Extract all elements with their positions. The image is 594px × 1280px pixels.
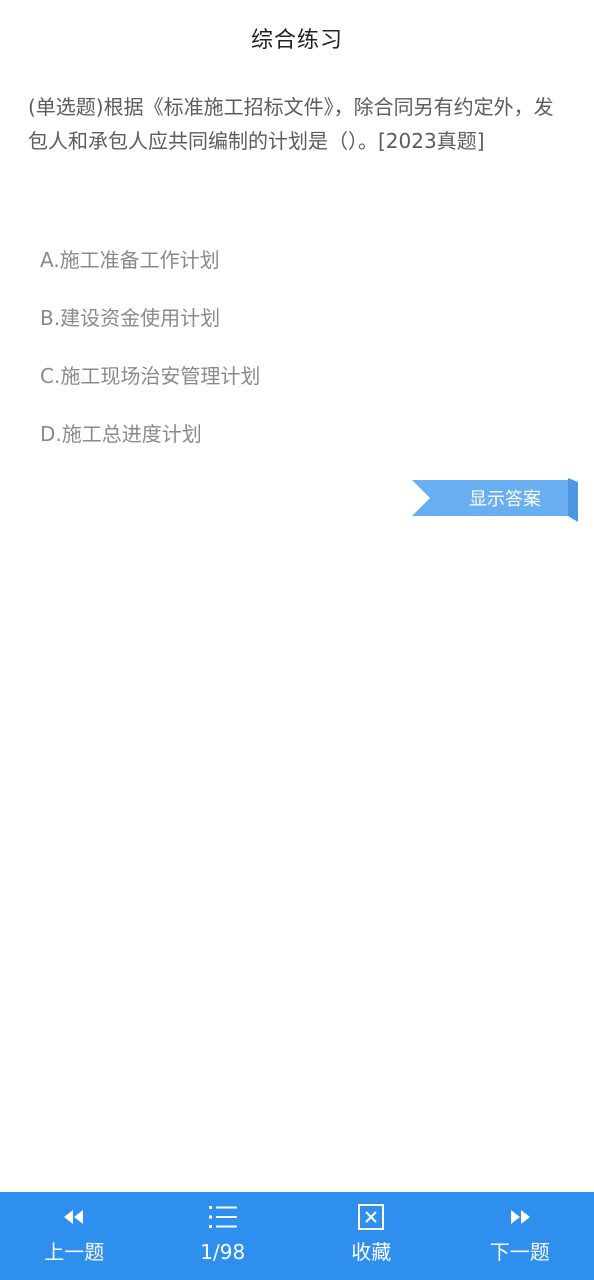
- prev-question-label: 上一题: [44, 1240, 105, 1264]
- bookmark-box-icon: [354, 1202, 388, 1232]
- favorite-button[interactable]: 收藏: [297, 1192, 446, 1280]
- question-list-button[interactable]: 1/98: [149, 1192, 298, 1280]
- question-text: (单选题)根据《标准施工招标文件》，除合同另有约定外，发包人和承包人应共同编制的…: [28, 95, 554, 153]
- option-a[interactable]: A.施工准备工作计划: [40, 240, 560, 298]
- question-progress: 1/98: [200, 1240, 246, 1264]
- option-b[interactable]: B.建设资金使用计划: [40, 298, 560, 356]
- rewind-icon: [57, 1202, 91, 1232]
- option-d[interactable]: D.施工总进度计划: [40, 414, 560, 472]
- page-title: 综合练习: [250, 28, 343, 53]
- fast-forward-icon: [503, 1202, 537, 1232]
- app-header: 综合练习: [0, 0, 594, 76]
- show-answer-label: 显示答案: [469, 489, 541, 510]
- show-answer-button[interactable]: 显示答案: [412, 478, 580, 522]
- option-c[interactable]: C.施工现场治安管理计划: [40, 356, 560, 414]
- options-list: A.施工准备工作计划 B.建设资金使用计划 C.施工现场治安管理计划 D.施工总…: [40, 240, 560, 472]
- prev-question-button[interactable]: 上一题: [0, 1192, 149, 1280]
- next-question-button[interactable]: 下一题: [446, 1192, 594, 1280]
- list-icon: [206, 1202, 240, 1232]
- favorite-label: 收藏: [351, 1240, 392, 1264]
- next-question-label: 下一题: [489, 1240, 550, 1264]
- bottom-nav-bar: 上一题 1/98 收藏 下一题: [0, 1192, 594, 1280]
